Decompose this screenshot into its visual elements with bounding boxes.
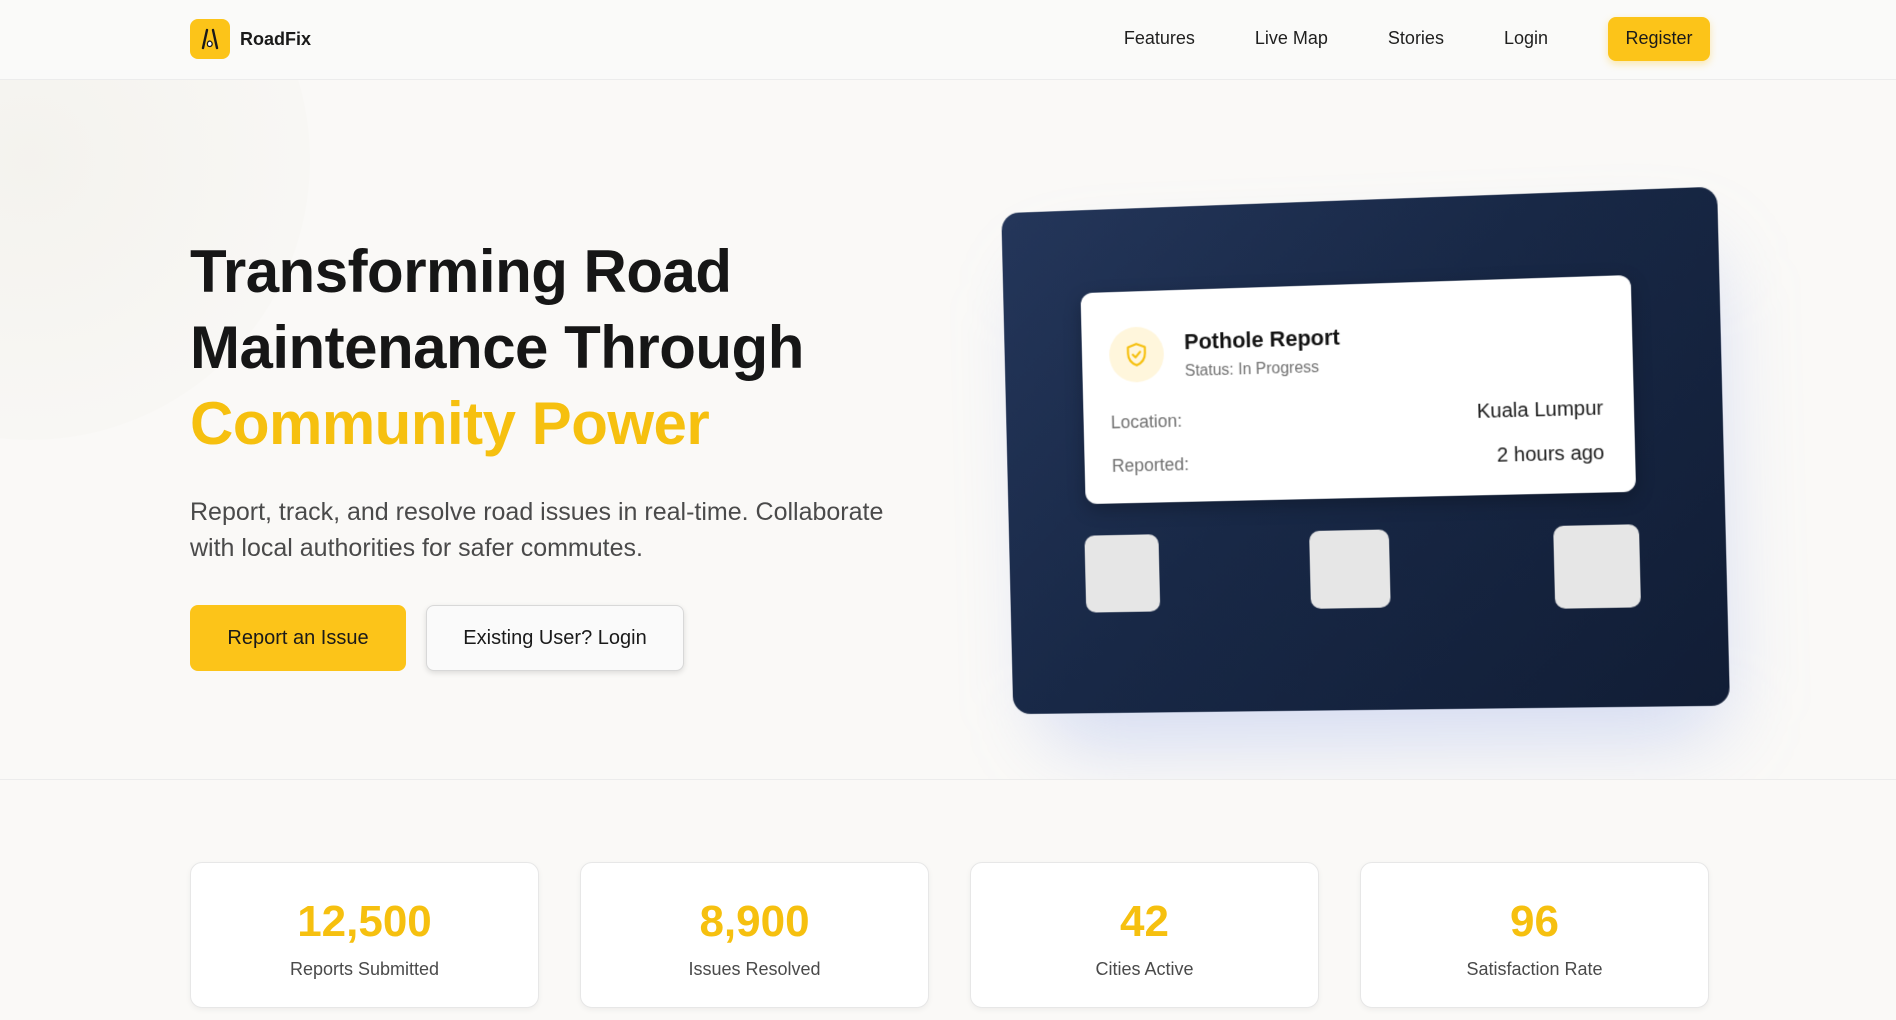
brand-name: RoadFix [240, 29, 311, 50]
stat-card-reports: 12,500 Reports Submitted [190, 862, 539, 1008]
stat-card-satisfaction: 96 Satisfaction Rate [1360, 862, 1709, 1008]
preview-tile [1084, 534, 1160, 612]
preview-tile [1309, 529, 1391, 608]
nav-login[interactable]: Login [1504, 16, 1548, 61]
brand-logo[interactable]: RoadFix [190, 19, 311, 59]
preview-panel: Pothole Report Status: In Progress Locat… [1001, 187, 1730, 715]
stat-label: Reports Submitted [191, 959, 538, 980]
stat-value: 12,500 [191, 897, 538, 947]
report-issue-button[interactable]: Report an Issue [190, 605, 406, 671]
hero-title-line-2: Maintenance Through [190, 310, 950, 386]
road-icon [190, 19, 230, 59]
stat-value: 96 [1361, 897, 1708, 947]
existing-user-login-button[interactable]: Existing User? Login [426, 605, 684, 671]
shield-check-icon [1109, 326, 1165, 383]
report-title: Pothole Report [1184, 325, 1340, 356]
nav-stories[interactable]: Stories [1388, 16, 1444, 61]
stat-card-resolved: 8,900 Issues Resolved [580, 862, 929, 1008]
hero-subtitle: Report, track, and resolve road issues i… [190, 494, 910, 566]
report-card: Pothole Report Status: In Progress Locat… [1081, 275, 1637, 504]
hero-section: Transforming Road Maintenance Through Co… [0, 80, 1896, 780]
dashboard-preview: Pothole Report Status: In Progress Locat… [1001, 187, 1730, 715]
stat-card-cities: 42 Cities Active [970, 862, 1319, 1008]
preview-tile [1553, 524, 1641, 609]
report-status: Status: In Progress [1185, 359, 1320, 381]
register-button[interactable]: Register [1608, 17, 1710, 61]
reported-label: Reported: [1112, 454, 1190, 477]
location-value: Kuala Lumpur [1477, 397, 1604, 424]
stat-value: 8,900 [581, 897, 928, 947]
reported-value: 2 hours ago [1497, 442, 1605, 468]
nav-features[interactable]: Features [1124, 16, 1195, 61]
nav-live-map[interactable]: Live Map [1255, 16, 1328, 61]
location-label: Location: [1111, 411, 1183, 434]
hero-title: Transforming Road Maintenance Through Co… [190, 234, 950, 462]
stat-label: Cities Active [971, 959, 1318, 980]
stat-label: Satisfaction Rate [1361, 959, 1708, 980]
main-nav: Features Live Map Stories Login Register [1124, 16, 1710, 61]
hero-title-line-1: Transforming Road [190, 234, 950, 310]
stat-label: Issues Resolved [581, 959, 928, 980]
stat-value: 42 [971, 897, 1318, 947]
site-header: RoadFix Features Live Map Stories Login … [0, 0, 1896, 80]
hero-title-accent: Community Power [190, 386, 950, 462]
